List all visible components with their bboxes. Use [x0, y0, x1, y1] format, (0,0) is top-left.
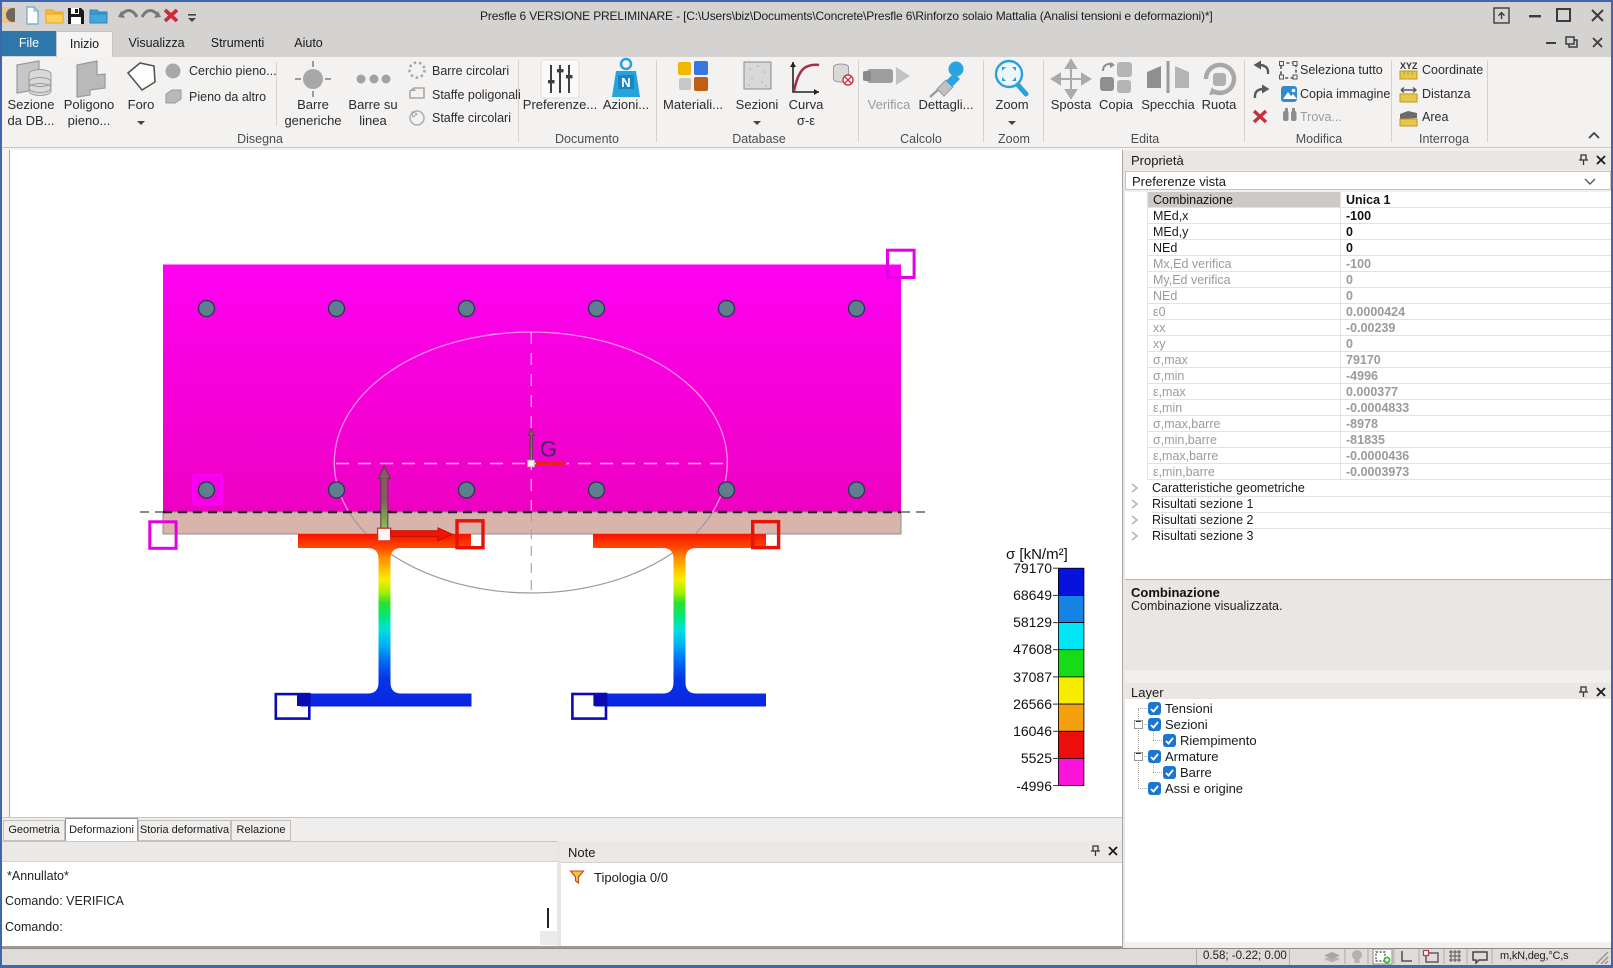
svg-text:N: N — [621, 75, 630, 90]
svg-text:-4996: -4996 — [1016, 778, 1052, 794]
svg-text:5525: 5525 — [1021, 750, 1052, 766]
svg-text:16046: 16046 — [1013, 723, 1052, 739]
svg-text:26566: 26566 — [1013, 696, 1052, 712]
svg-text:47608: 47608 — [1013, 641, 1052, 657]
svg-text:58129: 58129 — [1013, 614, 1052, 630]
svg-text:XYZ: XYZ — [1400, 61, 1418, 71]
svg-text:G: G — [540, 437, 557, 462]
svg-text:68649: 68649 — [1013, 587, 1052, 603]
svg-text:79170: 79170 — [1013, 560, 1052, 576]
svg-text:37087: 37087 — [1013, 669, 1052, 685]
